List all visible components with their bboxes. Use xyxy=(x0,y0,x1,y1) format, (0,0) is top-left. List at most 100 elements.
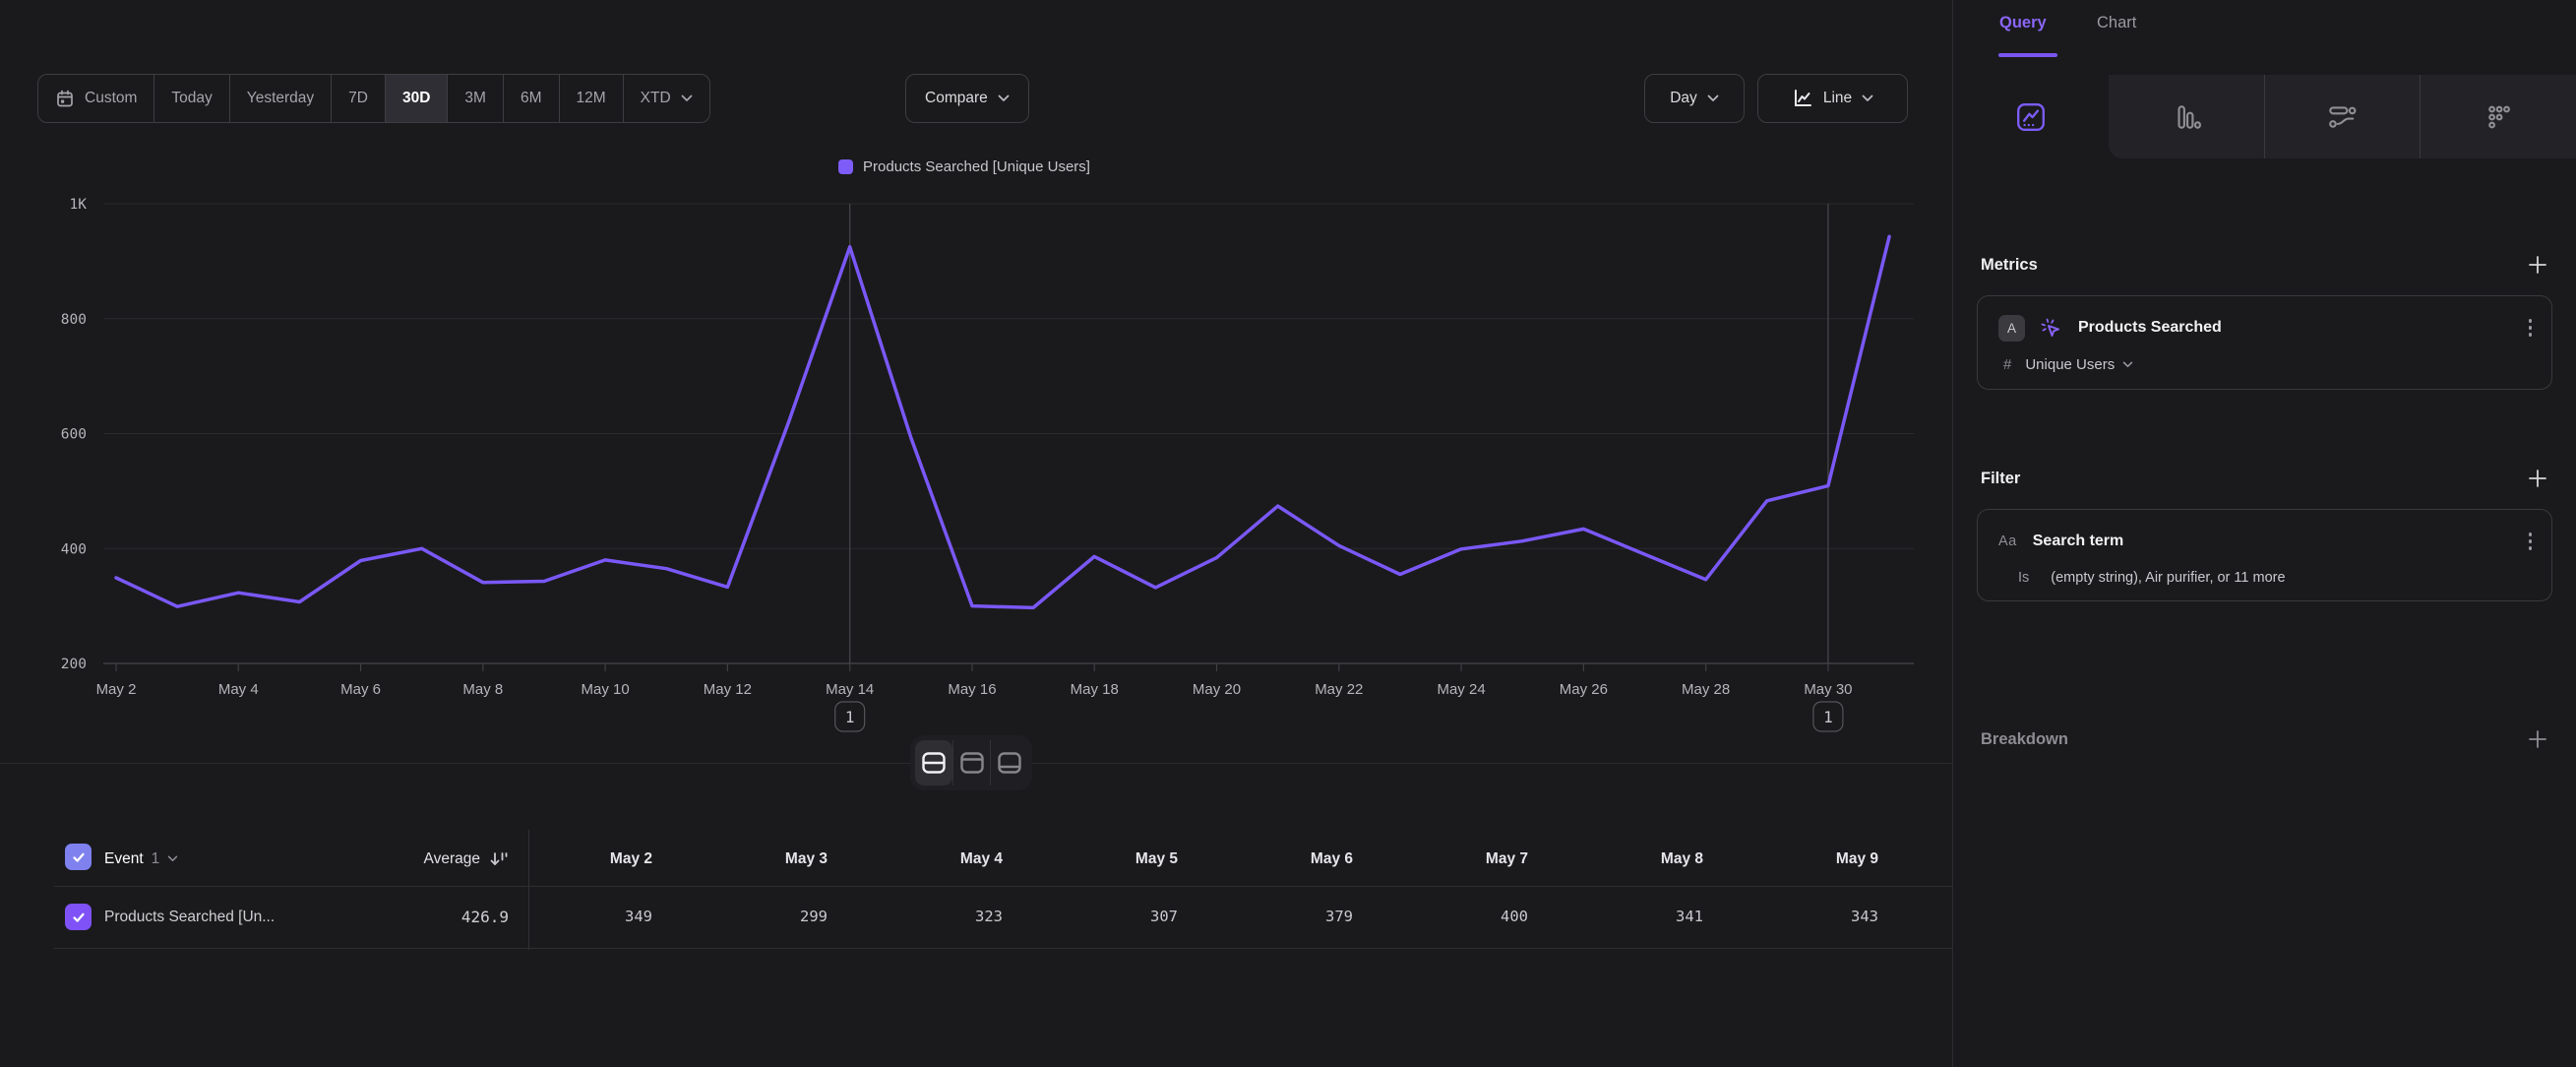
column-header-8[interactable]: May 9 xyxy=(1754,832,1878,886)
column-header-1[interactable]: May 2 xyxy=(528,832,652,886)
compare-button[interactable]: Compare xyxy=(905,74,1029,123)
chart-type-button[interactable]: Line xyxy=(1757,74,1908,123)
report-tab-retention[interactable] xyxy=(2420,75,2576,158)
cell-value-5: 379 xyxy=(1229,886,1353,948)
filter-card[interactable]: Aa Search term Is (empty string), Air pu… xyxy=(1977,509,2552,601)
filter-value[interactable]: (empty string), Air purifier, or 11 more xyxy=(2051,570,2285,586)
add-filter-button[interactable] xyxy=(2527,468,2548,494)
x-tick-label: May 24 xyxy=(1437,681,1485,698)
metric-letter-badge: A xyxy=(1998,315,2025,342)
column-header-3[interactable]: May 4 xyxy=(879,832,1003,886)
range-12m[interactable]: 12M xyxy=(559,75,623,122)
y-tick-label: 200 xyxy=(61,657,87,672)
calendar-icon xyxy=(55,89,75,108)
column-header-6[interactable]: May 7 xyxy=(1404,832,1528,886)
string-property-icon: Aa xyxy=(1998,534,2017,549)
cell-value-8: 343 xyxy=(1754,886,1878,948)
range-today[interactable]: Today xyxy=(153,75,228,122)
column-header-4[interactable]: May 5 xyxy=(1054,832,1178,886)
chevron-down-icon xyxy=(998,94,1010,102)
check-icon xyxy=(71,849,87,865)
range-label: 7D xyxy=(348,90,368,107)
range-custom[interactable]: Custom xyxy=(38,75,153,122)
top-pane-icon xyxy=(959,751,985,775)
filter-condition-row: Is (empty string), Air purifier, or 11 m… xyxy=(1978,565,2551,591)
annotation-badge-label: 1 xyxy=(845,708,855,726)
legend-series-label: Products Searched [Unique Users] xyxy=(863,158,1090,175)
x-tick-label: May 18 xyxy=(1071,681,1119,698)
chevron-down-icon xyxy=(167,855,178,862)
bar-chart-icon xyxy=(2171,101,2202,133)
flows-icon xyxy=(2325,101,2359,133)
breakdown-heading: Breakdown xyxy=(1981,730,2068,749)
metrics-heading: Metrics xyxy=(1981,256,2038,275)
x-tick-label: May 14 xyxy=(826,681,874,698)
panel-tab-bar: Query Chart xyxy=(1953,0,2576,75)
y-tick-label: 400 xyxy=(61,541,87,557)
column-header-7[interactable]: May 8 xyxy=(1579,832,1703,886)
x-tick-label: May 10 xyxy=(582,681,630,698)
range-label: Yesterday xyxy=(247,90,314,107)
range-yesterday[interactable]: Yesterday xyxy=(229,75,331,122)
row-checkbox[interactable] xyxy=(65,904,92,930)
metric-row: A Products Searched xyxy=(1978,312,2551,344)
aggregation-dropdown[interactable]: Unique Users xyxy=(2025,356,2133,373)
chevron-down-icon xyxy=(1862,94,1873,102)
x-tick-label: May 6 xyxy=(340,681,381,698)
range-6m[interactable]: 6M xyxy=(503,75,559,122)
line-chart[interactable]: 1K800600400200May 2May 4May 6May 8May 10… xyxy=(30,192,1929,763)
select-all-checkbox[interactable] xyxy=(65,844,92,870)
range-xtd[interactable]: XTD xyxy=(623,75,709,122)
granularity-label: Day xyxy=(1670,90,1697,107)
x-tick-label: May 20 xyxy=(1193,681,1241,698)
event-click-icon xyxy=(2039,316,2062,340)
x-tick-label: May 26 xyxy=(1560,681,1608,698)
cell-value-7: 341 xyxy=(1579,886,1703,948)
column-header-5[interactable]: May 6 xyxy=(1229,832,1353,886)
add-breakdown-button[interactable] xyxy=(2527,728,2548,755)
aggregation-type-icon: # xyxy=(2003,356,2011,373)
report-tab-insights[interactable] xyxy=(1953,75,2109,158)
cell-value-1: 349 xyxy=(528,886,652,948)
series-line xyxy=(116,236,1889,607)
granularity-button[interactable]: Day xyxy=(1644,74,1745,123)
add-metric-button[interactable] xyxy=(2527,254,2548,281)
x-tick-label: May 28 xyxy=(1682,681,1730,698)
range-label: 3M xyxy=(464,90,486,107)
x-tick-label: May 12 xyxy=(704,681,752,698)
line-chart-icon xyxy=(1792,88,1813,109)
x-tick-label: May 4 xyxy=(218,681,259,698)
metric-menu-button[interactable] xyxy=(2529,312,2533,344)
range-label: 6M xyxy=(521,90,542,107)
range-7d[interactable]: 7D xyxy=(331,75,385,122)
layout-chart-only-button[interactable] xyxy=(952,740,990,785)
x-tick-label: May 22 xyxy=(1315,681,1363,698)
metric-card[interactable]: A Products Searched # Unique Users xyxy=(1977,295,2552,390)
tab-query[interactable]: Query xyxy=(1999,14,2047,32)
layout-table-only-button[interactable] xyxy=(990,740,1027,785)
compare-label: Compare xyxy=(925,90,988,107)
report-tab-flows[interactable] xyxy=(2264,75,2421,158)
filter-operator[interactable]: Is xyxy=(2018,570,2029,586)
filter-menu-button[interactable] xyxy=(2529,526,2533,557)
range-30d[interactable]: 30D xyxy=(385,75,447,122)
metric-aggregation-row: # Unique Users xyxy=(1978,351,2551,377)
table-row-divider xyxy=(54,948,1952,949)
y-tick-label: 1K xyxy=(70,197,88,213)
range-label: Custom xyxy=(85,90,137,107)
report-tab-funnels[interactable] xyxy=(2109,75,2264,158)
range-3m[interactable]: 3M xyxy=(447,75,503,122)
range-label: XTD xyxy=(641,90,671,107)
chevron-down-icon xyxy=(681,94,693,102)
layout-switcher xyxy=(910,735,1032,790)
column-header-2[interactable]: May 3 xyxy=(704,832,828,886)
table-row-name: Products Searched [Un... xyxy=(104,886,275,948)
layout-split-button[interactable] xyxy=(915,740,952,785)
event-column-header[interactable]: Event 1 xyxy=(104,832,178,886)
check-icon xyxy=(71,910,87,925)
tab-chart[interactable]: Chart xyxy=(2097,14,2136,32)
range-label: 30D xyxy=(402,90,430,107)
y-tick-label: 800 xyxy=(61,312,87,328)
x-tick-label: May 8 xyxy=(462,681,503,698)
average-column-header[interactable]: Average xyxy=(325,832,509,886)
